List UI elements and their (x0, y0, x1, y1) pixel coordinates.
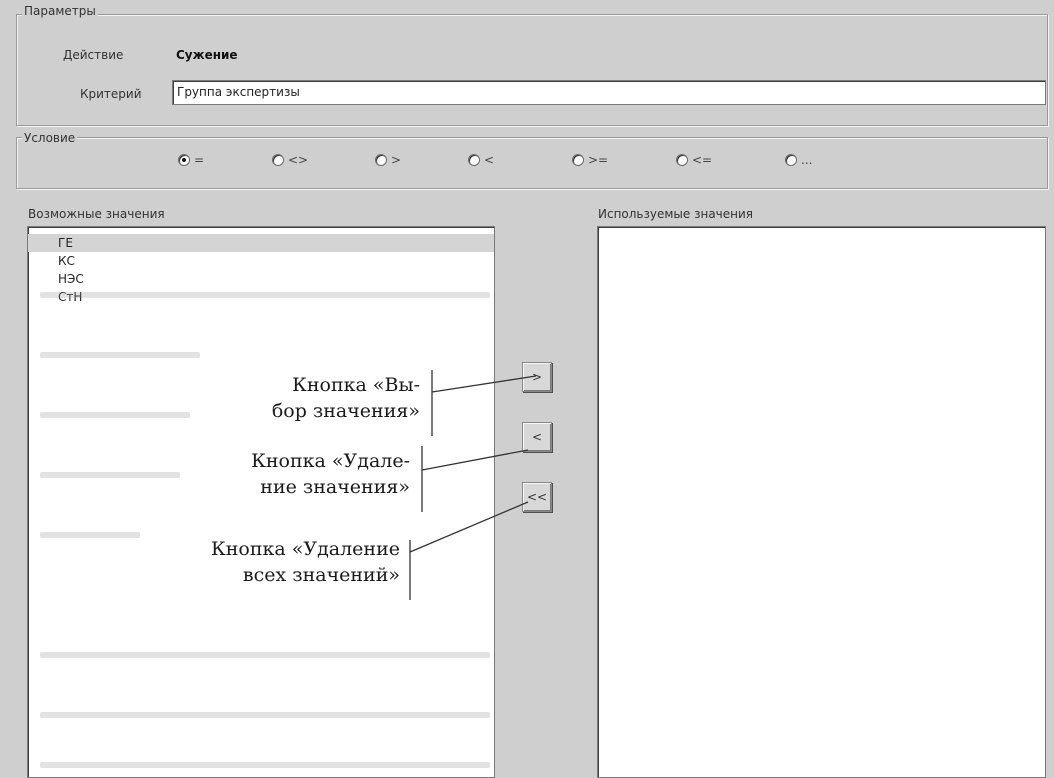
condition-option-eq[interactable]: = (178, 153, 204, 167)
condition-option-lt[interactable]: < (468, 153, 494, 167)
list-item[interactable]: КС (28, 252, 494, 270)
list-item[interactable]: НЭС (28, 270, 494, 288)
radio-eq[interactable] (178, 154, 190, 166)
used-values-list[interactable] (597, 226, 1046, 778)
radio-ne[interactable] (272, 154, 284, 166)
radio-ge[interactable] (572, 154, 584, 166)
condition-label-lt: < (484, 153, 495, 167)
possible-values-title: Возможные значения (28, 207, 165, 221)
conditions-group-title: Условие (22, 131, 78, 145)
parameters-group (16, 14, 1048, 126)
used-values-title: Используемые значения (598, 207, 754, 221)
condition-option-le[interactable]: <= (676, 153, 712, 167)
condition-label-ne: <> (288, 153, 309, 167)
condition-option-ne[interactable]: <> (272, 153, 308, 167)
radio-other[interactable] (785, 154, 797, 166)
conditions-group (16, 137, 1048, 189)
criterion-field[interactable]: Группа экспертизы (172, 80, 1046, 105)
parameters-group-title: Параметры (22, 4, 98, 18)
remove-value-button-label: < (531, 430, 543, 444)
condition-option-other[interactable]: ... (785, 153, 812, 167)
possible-values-list[interactable]: ГЕ КС НЭС СтН (27, 226, 495, 778)
annotation-remove-button: Кнопка «Удале- ние значения» (251, 450, 410, 498)
radio-gt[interactable] (375, 154, 387, 166)
action-value: Сужение (176, 48, 238, 62)
annotation-remove-all-button: Кнопка «Удаление всех значений» (211, 538, 400, 586)
annotation-select-button: Кнопка «Вы- бор значения» (271, 374, 420, 422)
condition-option-gt[interactable]: > (375, 153, 401, 167)
remove-value-button[interactable]: < (522, 422, 552, 452)
radio-le[interactable] (676, 154, 688, 166)
condition-label-gt: > (391, 153, 402, 167)
action-label: Действие (63, 48, 124, 62)
condition-label-other: ... (801, 153, 813, 167)
condition-label-eq: = (194, 153, 205, 167)
remove-all-values-button[interactable]: << (522, 482, 552, 512)
remove-all-values-button-label: << (526, 490, 548, 504)
select-value-button[interactable]: > (522, 362, 552, 392)
radio-lt[interactable] (468, 154, 480, 166)
condition-label-le: <= (692, 153, 713, 167)
condition-label-ge: >= (588, 153, 609, 167)
condition-option-ge[interactable]: >= (572, 153, 608, 167)
select-value-button-label: > (531, 370, 543, 384)
list-item[interactable]: ГЕ (28, 234, 494, 252)
criterion-label: Критерий (80, 87, 142, 101)
